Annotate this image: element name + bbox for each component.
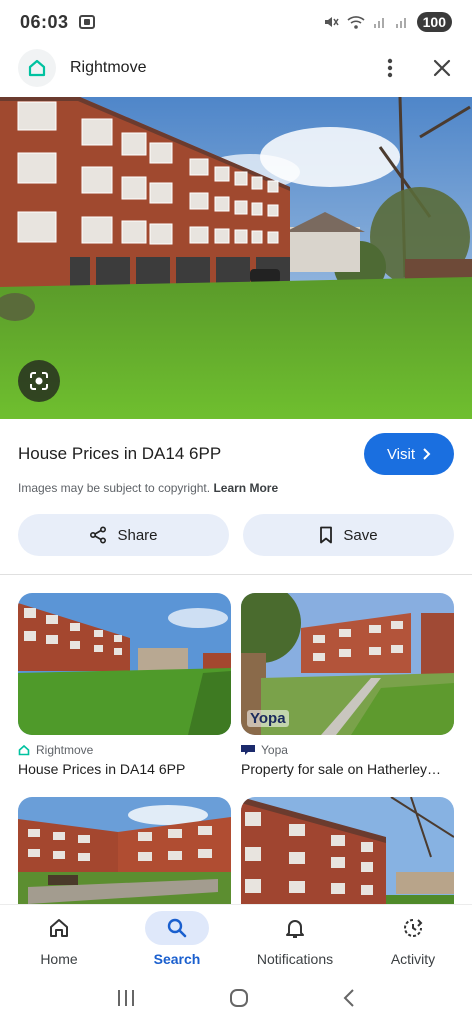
building-photo	[0, 97, 472, 419]
battery-indicator: 100	[416, 12, 452, 32]
nav-home-label: Home	[40, 951, 78, 967]
learn-more-link[interactable]: Learn More	[213, 481, 278, 495]
site-logo	[18, 49, 56, 87]
result-header: Rightmove	[0, 46, 472, 90]
house-icon	[18, 744, 30, 756]
related-image	[241, 797, 454, 904]
close-button[interactable]	[430, 56, 454, 80]
card-source-name: Yopa	[261, 743, 288, 757]
wifi-icon	[347, 16, 365, 29]
screenshot-icon	[78, 15, 95, 29]
more-options-button[interactable]	[378, 56, 402, 80]
card-source: Rightmove	[18, 743, 231, 757]
related-result-card[interactable]	[18, 797, 231, 904]
mute-icon	[324, 17, 339, 27]
related-image: Yopa	[241, 593, 454, 735]
save-label: Save	[343, 526, 378, 544]
related-image	[18, 593, 231, 735]
more-vert-icon	[387, 58, 393, 78]
visit-label: Visit	[386, 445, 416, 463]
related-result-card[interactable]	[241, 797, 454, 904]
back-button[interactable]	[342, 988, 356, 1013]
card-title: House Prices in DA14 6PP	[18, 761, 186, 777]
related-image	[18, 797, 231, 904]
card-title: Property for sale on Hatherley…	[241, 761, 441, 777]
save-button[interactable]: Save	[243, 514, 454, 556]
home-system-button[interactable]	[229, 988, 249, 1013]
related-result-card[interactable]: Rightmove House Prices in DA14 6PP	[18, 593, 231, 777]
status-bar: 06:03 100	[0, 0, 472, 44]
search-icon	[167, 918, 187, 938]
related-result-card[interactable]: Yopa Yopa Property for sale on Hatherley…	[241, 593, 454, 777]
nav-notifications-label: Notifications	[256, 951, 334, 967]
signal-icon	[373, 18, 384, 28]
status-time: 06:03	[20, 11, 69, 32]
share-button[interactable]: Share	[18, 514, 229, 556]
nav-notifications[interactable]: Notifications	[236, 905, 354, 976]
recent-apps-icon	[118, 989, 135, 1006]
divider	[0, 574, 472, 575]
copyright-notice: Images may be subject to copyright. Lear…	[18, 481, 278, 495]
bookmark-icon	[320, 526, 333, 544]
card-watermark: Yopa	[247, 710, 289, 727]
copyright-text: Images may be subject to copyright.	[18, 481, 211, 495]
system-navigation	[0, 976, 472, 1024]
bell-icon	[286, 920, 304, 938]
nav-home[interactable]: Home	[0, 905, 118, 976]
house-icon	[28, 59, 46, 77]
close-icon	[433, 59, 451, 77]
site-name: Rightmove	[70, 59, 147, 76]
home-circle-icon	[229, 988, 248, 1007]
chevron-right-icon	[423, 448, 431, 460]
bottom-navigation: Home Search Notifications Activity	[0, 904, 472, 976]
main-image[interactable]	[0, 97, 472, 419]
nav-search[interactable]: Search	[118, 905, 236, 976]
card-source-name: Rightmove	[36, 743, 94, 757]
card-source: Yopa	[241, 743, 454, 757]
status-icons: 100	[323, 12, 452, 32]
lens-icon	[30, 372, 48, 390]
signal-icon-2	[395, 18, 406, 28]
home-icon	[50, 919, 68, 937]
activity-icon	[404, 919, 423, 937]
lens-search-button[interactable]	[18, 360, 60, 402]
nav-activity-label: Activity	[390, 951, 436, 967]
nav-search-label: Search	[153, 951, 201, 967]
recent-apps-button[interactable]	[116, 989, 136, 1012]
share-label: Share	[117, 526, 158, 544]
nav-activity[interactable]: Activity	[354, 905, 472, 976]
visit-button[interactable]: Visit	[364, 433, 454, 475]
yopa-logo-icon	[241, 745, 255, 755]
result-title: House Prices in DA14 6PP	[18, 444, 222, 463]
back-icon	[343, 988, 354, 1007]
share-icon	[90, 526, 107, 544]
